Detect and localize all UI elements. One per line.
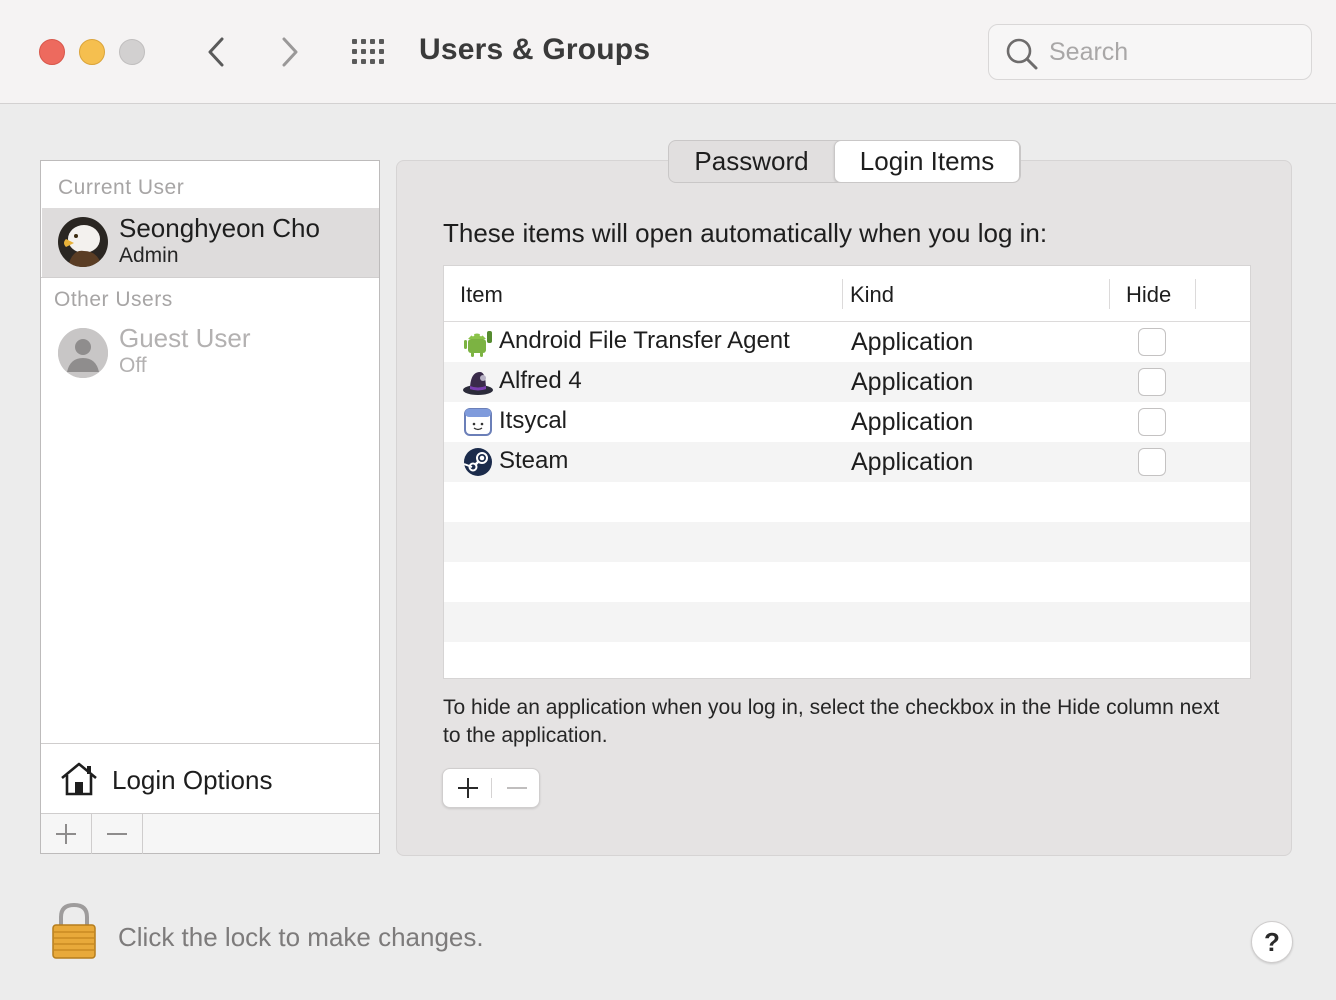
empty-row [444,602,1250,642]
other-users-label: Other Users [54,288,173,311]
guest-user-row[interactable]: Guest User Off [42,323,379,387]
item-kind: Application [851,328,974,356]
steam-icon [463,448,492,476]
item-name: Itsycal [499,407,568,434]
login-items-intro: These items will open automatically when… [443,218,1048,248]
guest-user-name: Guest User [119,323,251,353]
hide-hint-text: To hide an application when you log in, … [443,696,1220,747]
window-title: Users & Groups [419,33,651,66]
item-kind: Application [851,408,974,436]
tab-bar: Password Login Items [668,140,1021,183]
login-options-label: Login Options [112,765,273,795]
table-header: Item Kind Hide [444,266,1250,322]
empty-row [444,482,1250,522]
empty-row [444,522,1250,562]
current-user-name: Seonghyeon Cho [119,213,320,243]
hide-checkbox[interactable] [1138,448,1166,476]
plus-icon [457,778,478,798]
close-button[interactable] [39,39,65,65]
column-separator[interactable] [842,279,843,309]
hide-checkbox[interactable] [1138,368,1166,396]
column-header-hide[interactable]: Hide [1126,282,1171,308]
titlebar: Users & Groups [0,0,1336,104]
table-row[interactable]: Alfred 4 Application [444,362,1250,402]
minimize-button[interactable] [79,39,105,65]
zoom-button[interactable] [119,39,145,65]
lock-message: Click the lock to make changes. [118,922,484,952]
current-user-label: Current User [58,176,185,199]
sidebar-toolbar [41,813,379,854]
eagle-avatar-icon [58,217,108,267]
grid-icon [352,39,384,64]
avatar [58,217,108,267]
table-row[interactable]: Itsycal Application [444,402,1250,442]
empty-row [444,562,1250,602]
item-name: Steam [499,447,569,474]
lock-button[interactable] [50,902,98,965]
remove-user-button[interactable] [92,814,143,854]
tab-password[interactable]: Password [669,141,834,182]
guest-avatar-icon [58,328,108,378]
chevron-left-icon [208,37,224,67]
current-user-role: Admin [119,244,179,267]
search-icon [1006,38,1038,70]
column-separator[interactable] [1195,279,1196,309]
login-items-add-remove [442,768,540,808]
search-field[interactable] [988,24,1312,80]
lock-icon [52,902,96,959]
column-separator[interactable] [1109,279,1110,309]
minus-icon [107,833,127,835]
chevron-right-icon [282,37,298,67]
alfred-icon [463,372,493,395]
search-input[interactable] [1049,35,1299,69]
guest-user-status: Off [119,354,147,377]
column-header-item[interactable]: Item [460,282,503,308]
hide-checkbox[interactable] [1138,408,1166,436]
login-items-table: Item Kind Hide Android File Transfer Age… [443,265,1251,679]
table-row[interactable]: Android File Transfer Agent Application [444,322,1250,362]
show-all-button[interactable] [350,37,390,67]
hide-checkbox[interactable] [1138,328,1166,356]
column-header-kind[interactable]: Kind [850,282,894,308]
table-row[interactable]: Steam Application [444,442,1250,482]
minus-icon [506,787,527,789]
tab-login-items[interactable]: Login Items [834,141,1020,182]
item-kind: Application [851,448,974,476]
item-name: Alfred 4 [499,367,582,394]
back-button[interactable] [196,30,236,74]
sidebar-divider [41,277,379,278]
users-sidebar: Current User Seonghyeon Cho Admin Other … [40,160,380,854]
current-user-row[interactable]: Seonghyeon Cho Admin [42,208,379,278]
add-user-button[interactable] [41,814,92,854]
login-options-button[interactable]: Login Options [41,743,379,813]
remove-login-item-button[interactable] [492,769,541,807]
home-icon [61,762,97,796]
item-kind: Application [851,368,974,396]
add-login-item-button[interactable] [443,769,492,807]
item-name: Android File Transfer Agent [499,327,790,354]
help-button[interactable]: ? [1251,921,1293,963]
forward-button[interactable] [270,30,310,74]
plus-icon [56,824,76,844]
itsycal-icon [464,408,492,436]
android-icon [464,331,492,357]
